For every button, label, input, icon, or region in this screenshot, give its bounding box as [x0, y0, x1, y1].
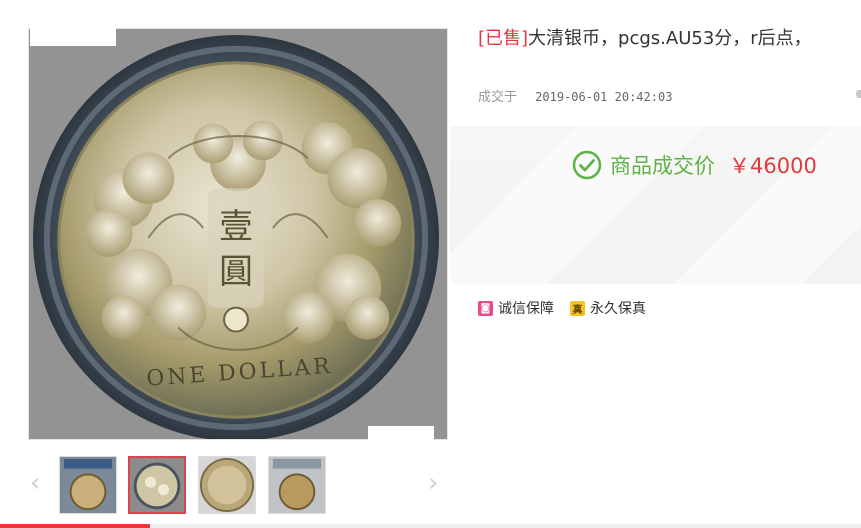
thumbnail-coin-reverse-side[interactable]	[198, 456, 256, 514]
price-panel: 商品成交价 ￥46000	[450, 126, 861, 284]
guarantee-integrity[interactable]: ◙ 诚信保障	[478, 298, 554, 318]
image-watermark-mask	[30, 28, 116, 46]
final-price-row: 商品成交价 ￥46000	[572, 150, 817, 180]
price-label: 商品成交价	[610, 154, 715, 178]
image-watermark-mask	[368, 426, 434, 442]
prev-arrow-icon[interactable]: ‹	[30, 470, 40, 496]
guarantee-label: 诚信保障	[498, 301, 554, 317]
thumbnail-coin-slab-front[interactable]	[59, 456, 117, 514]
coin-slab-front-icon	[60, 457, 116, 513]
guarantee-genuine[interactable]: 真 永久保真	[570, 298, 646, 318]
genuine-icon: 真	[570, 300, 585, 316]
deal-time: 2019-06-01 20:42:03	[535, 90, 673, 104]
product-title: [已售]大清银币，pcgs.AU53分，r后点，	[478, 24, 812, 50]
price-value: ￥46000	[729, 154, 817, 178]
coin-reverse-side-icon	[199, 457, 255, 513]
next-arrow-icon[interactable]: ›	[428, 470, 438, 496]
side-tab-handle[interactable]	[856, 90, 861, 98]
bottom-divider	[0, 524, 861, 528]
coin-slab-back-icon	[269, 457, 325, 513]
coin-photo: 壹 圓 ONE DOLLAR	[29, 29, 447, 439]
guarantee-list: ◙ 诚信保障 真 永久保真	[478, 298, 646, 318]
guarantee-label: 永久保真	[590, 301, 646, 317]
deal-label: 成交于	[478, 90, 518, 105]
svg-text:壹: 壹	[219, 207, 253, 246]
svg-text:圓: 圓	[219, 252, 253, 291]
coin-dragon-side-icon	[130, 458, 184, 512]
main-product-image[interactable]: 壹 圓 ONE DOLLAR	[28, 28, 448, 440]
sold-badge: [已售]	[478, 28, 529, 49]
shield-icon: ◙	[478, 300, 493, 316]
check-circle-icon	[572, 150, 602, 180]
thumbnail-strip: ‹ ›	[24, 452, 454, 522]
product-title-text: 大清银币，pcgs.AU53分，r后点，	[528, 28, 812, 49]
deal-info: 成交于 2019-06-01 20:42:03	[478, 86, 672, 105]
thumbnail-coin-dragon-side[interactable]	[128, 456, 186, 514]
thumbnail-coin-slab-back[interactable]	[268, 456, 326, 514]
